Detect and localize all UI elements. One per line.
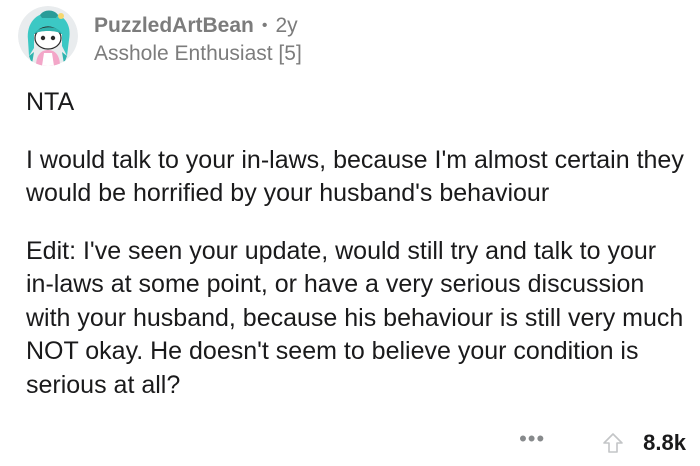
vote-score: 8.8k [643,430,686,455]
comment-meta: PuzzledArtBean • 2y Asshole Enthusiast [… [94,12,302,68]
more-options-icon[interactable]: ••• [519,428,545,450]
comment-paragraph: NTA [26,88,75,116]
upvote-arrow-icon[interactable] [601,431,625,455]
comment-paragraph: I would talk to your in-laws, because I'… [26,145,684,208]
comment-actions: ••• 8.8k [519,426,686,460]
comment-card: PuzzledArtBean • 2y Asshole Enthusiast [… [0,0,700,466]
user-flair: Asshole Enthusiast [5] [94,42,302,65]
comment-age: 2y [275,14,298,37]
meta-separator: • [261,17,268,34]
comment-body: NTA I would talk to your in-laws, becaus… [26,86,686,426]
comment-header: PuzzledArtBean • 2y Asshole Enthusiast [… [18,6,302,70]
comment-paragraph: Edit: I've seen your update, would still… [26,236,684,399]
username-link[interactable]: PuzzledArtBean [94,12,254,40]
author-line: PuzzledArtBean • 2y [94,12,302,40]
avatar[interactable] [18,6,78,66]
snoo-avatar-icon [18,6,78,66]
